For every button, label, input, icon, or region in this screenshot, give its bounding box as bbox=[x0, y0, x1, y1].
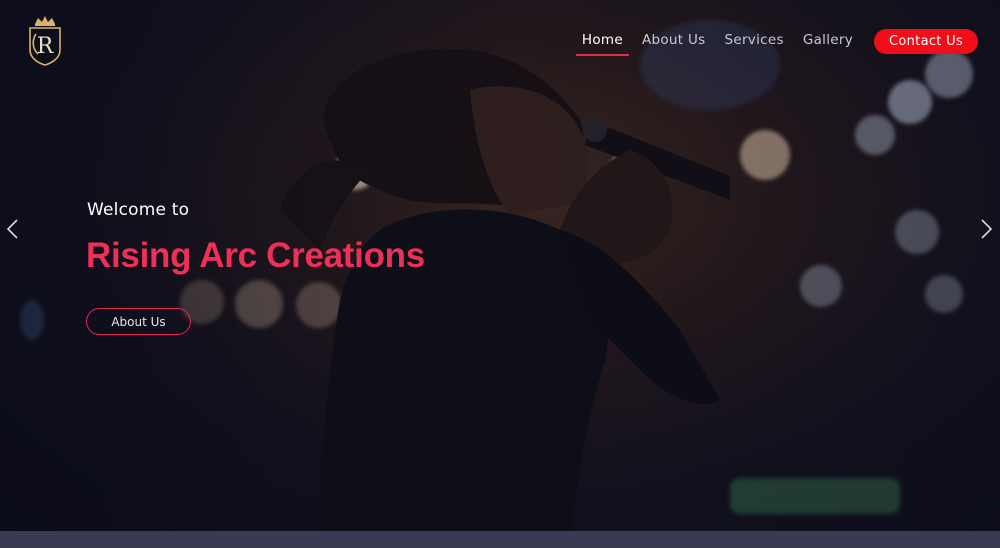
svg-text:R: R bbox=[37, 34, 55, 59]
hero-title: Rising Arc Creations bbox=[86, 236, 425, 275]
chevron-left-icon[interactable] bbox=[5, 218, 19, 240]
nav-link-home[interactable]: Home bbox=[575, 26, 630, 56]
bottom-section-edge bbox=[0, 531, 1000, 548]
chevron-right-icon[interactable] bbox=[980, 218, 994, 240]
about-us-button[interactable]: About Us bbox=[86, 308, 191, 335]
main-navigation: Home About Us Services Gallery Contact U… bbox=[575, 26, 978, 56]
hero-welcome-text: Welcome to bbox=[87, 200, 190, 220]
nav-link-services[interactable]: Services bbox=[724, 26, 783, 56]
nav-link-about-us[interactable]: About Us bbox=[642, 26, 706, 56]
hero-slider: R Home About Us Services Gallery Contact… bbox=[0, 0, 1000, 548]
contact-us-button[interactable]: Contact Us bbox=[874, 28, 978, 54]
crown-monogram-logo-icon[interactable]: R bbox=[26, 16, 64, 66]
nav-link-gallery[interactable]: Gallery bbox=[803, 26, 853, 56]
